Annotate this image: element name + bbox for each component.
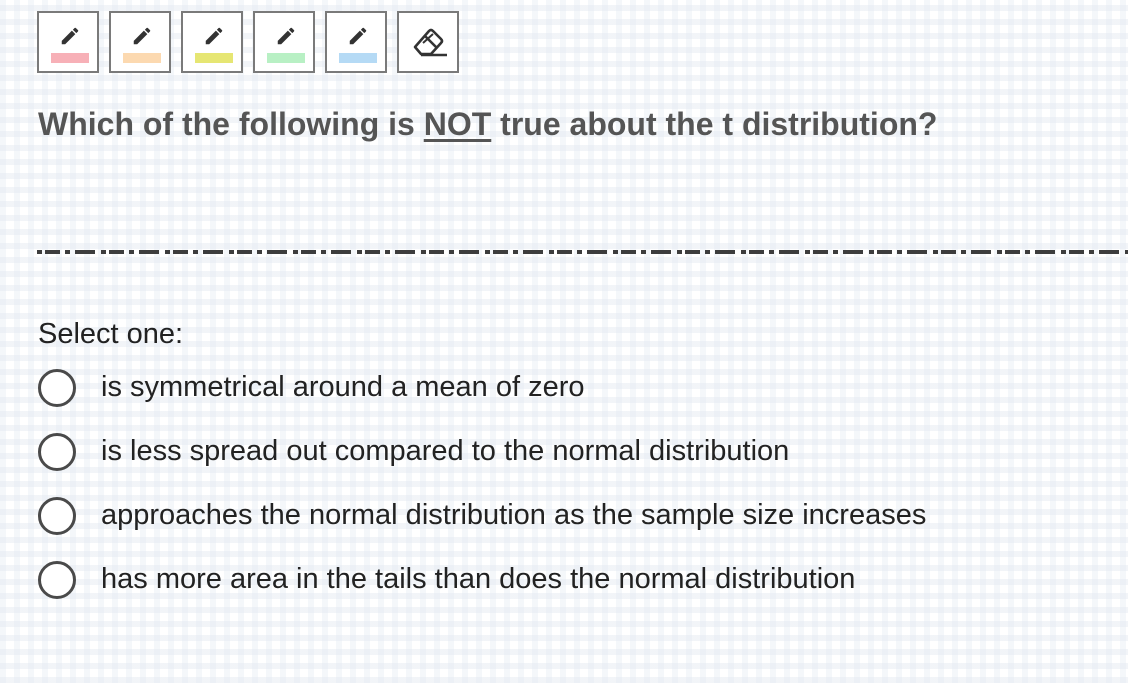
answer-option[interactable]: is less spread out compared to the norma… [38, 433, 1088, 473]
pencil-icon [349, 27, 367, 45]
highlighter-orange-button[interactable] [109, 11, 171, 73]
radio-button[interactable] [38, 433, 76, 471]
option-label[interactable]: has more area in the tails than does the… [101, 563, 855, 596]
answer-option[interactable]: is symmetrical around a mean of zero [38, 369, 1088, 409]
color-swatch-orange [123, 53, 161, 63]
option-label[interactable]: approaches the normal distribution as th… [101, 499, 926, 532]
eraser-icon [413, 28, 447, 57]
radio-button[interactable] [38, 561, 76, 599]
eraser-button[interactable] [397, 11, 459, 73]
highlighter-yellow-button[interactable] [181, 11, 243, 73]
answer-divider [37, 250, 1128, 254]
answer-option[interactable]: has more area in the tails than does the… [38, 561, 1088, 601]
pencil-icon [277, 27, 295, 45]
question-text: Which of the following is NOT true about… [38, 106, 937, 143]
color-swatch-green [267, 53, 305, 63]
option-label[interactable]: is less spread out compared to the norma… [101, 435, 789, 468]
select-prompt: Select one: [38, 318, 184, 350]
highlighter-pink-button[interactable] [37, 11, 99, 73]
answer-option[interactable]: approaches the normal distribution as th… [38, 497, 1088, 537]
radio-button[interactable] [38, 369, 76, 407]
color-swatch-yellow [195, 53, 233, 63]
highlighter-blue-button[interactable] [325, 11, 387, 73]
highlighter-green-button[interactable] [253, 11, 315, 73]
question-emphasis: NOT [423, 106, 492, 142]
color-swatch-blue [339, 53, 377, 63]
question-prefix: Which of the following is [38, 106, 424, 142]
pencil-icon [61, 27, 79, 45]
color-swatch-pink [51, 53, 89, 63]
option-label[interactable]: is symmetrical around a mean of zero [101, 371, 585, 404]
question-suffix: true about the t distribution? [491, 106, 938, 142]
radio-button[interactable] [38, 497, 76, 535]
pencil-icon [205, 27, 223, 45]
pencil-icon [133, 27, 151, 45]
